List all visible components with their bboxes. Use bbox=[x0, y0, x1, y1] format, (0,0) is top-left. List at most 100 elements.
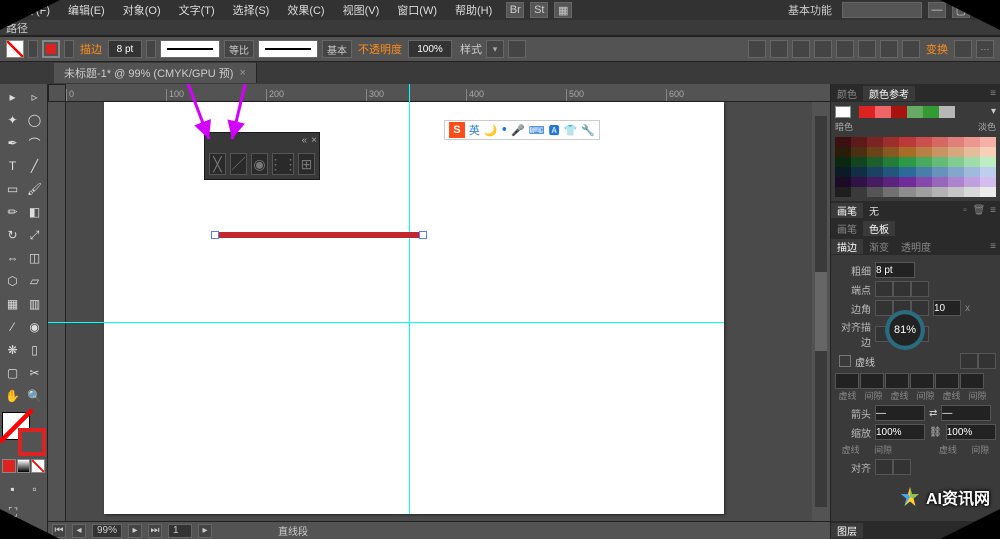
tab-layers[interactable]: 图层 bbox=[831, 523, 863, 538]
ime-face-icon[interactable]: ꔷ bbox=[502, 124, 507, 137]
tab-close-icon[interactable]: × bbox=[239, 67, 245, 79]
horizontal-guide[interactable] bbox=[48, 322, 724, 323]
cap-butt-icon[interactable] bbox=[875, 281, 893, 297]
symbol-sprayer-tool-icon[interactable]: ❋ bbox=[2, 339, 23, 361]
last-artboard-icon[interactable]: ⏭ bbox=[148, 524, 162, 538]
brush-preview[interactable] bbox=[258, 40, 318, 58]
style-dropdown-icon[interactable]: ▾ bbox=[486, 40, 504, 58]
swap-arrows-icon[interactable]: ⇄ bbox=[929, 408, 937, 419]
type-tool-icon[interactable]: T bbox=[2, 155, 23, 177]
panel-menu-icon[interactable]: ≡ bbox=[986, 241, 1000, 252]
menu-view[interactable]: 视图(V) bbox=[335, 0, 388, 20]
artboard[interactable]: « × ╳ ／ ◉ ⋮⋮ ⊞ bbox=[104, 102, 724, 514]
tab-brushes2[interactable]: 画笔 bbox=[831, 221, 863, 236]
brush-delete-icon[interactable]: 🗑 bbox=[972, 205, 986, 216]
rectangle-tool-icon[interactable]: ▭ bbox=[2, 178, 23, 200]
ime-a-icon[interactable]: 🅰 bbox=[549, 122, 560, 138]
direct-selection-tool-icon[interactable]: ▹ bbox=[24, 86, 45, 108]
menu-edit[interactable]: 编辑(E) bbox=[60, 0, 113, 20]
fill-swatch[interactable] bbox=[6, 40, 24, 58]
tab-swatches[interactable]: 色板 bbox=[863, 221, 895, 236]
prev-artboard-icon[interactable]: ◂ bbox=[72, 524, 86, 538]
brush-slot-5[interactable]: ⊞ bbox=[298, 153, 315, 175]
draw-normal-icon[interactable]: ▪ bbox=[2, 478, 23, 500]
panel-menu-icon[interactable]: ≡ bbox=[986, 88, 1000, 99]
artboard-nav-next-icon[interactable]: ▸ bbox=[198, 524, 212, 538]
ime-settings-icon[interactable]: 🔧 bbox=[581, 124, 595, 137]
tab-transparency[interactable]: 透明度 bbox=[895, 239, 937, 254]
brush-slot-none[interactable]: ╳ bbox=[209, 153, 226, 175]
stroke-weight-input[interactable]: 8 pt bbox=[108, 40, 142, 58]
dash-3-input[interactable] bbox=[935, 373, 959, 389]
blend-tool-icon[interactable]: ◉ bbox=[24, 316, 45, 338]
dash-preserve-icon[interactable] bbox=[960, 353, 978, 369]
eyedropper-tool-icon[interactable]: ⁄ bbox=[2, 316, 23, 338]
zoom-tool-icon[interactable]: 🔍 bbox=[24, 385, 45, 407]
tab-color-guide[interactable]: 颜色参考 bbox=[863, 86, 915, 101]
menu-effect[interactable]: 效果(C) bbox=[279, 0, 332, 20]
slice-tool-icon[interactable]: ✂ bbox=[24, 362, 45, 384]
ime-skin-icon[interactable]: 👕 bbox=[564, 124, 578, 137]
tab-color[interactable]: 颜色 bbox=[831, 86, 863, 101]
none-mode-icon[interactable] bbox=[31, 459, 45, 473]
link-scale-icon[interactable]: ⛓ bbox=[929, 427, 942, 438]
arrow-align-end-icon[interactable] bbox=[893, 459, 911, 475]
horizontal-ruler[interactable]: 0100200300400500600 bbox=[66, 84, 830, 102]
recolor-icon[interactable] bbox=[508, 40, 526, 58]
workspace-switcher[interactable]: 基本功能 bbox=[780, 0, 840, 20]
artboard-tool-icon[interactable]: ▢ bbox=[2, 362, 23, 384]
mesh-tool-icon[interactable]: ▦ bbox=[2, 293, 23, 315]
gradient-mode-icon[interactable] bbox=[17, 459, 31, 473]
free-transform-tool-icon[interactable]: ◫ bbox=[24, 247, 45, 269]
harmony-swatches[interactable]: ▾ bbox=[835, 106, 996, 118]
graph-tool-icon[interactable]: ▯ bbox=[24, 339, 45, 361]
line-segment-object[interactable] bbox=[214, 232, 424, 238]
align-left-icon[interactable] bbox=[748, 40, 766, 58]
fill-stroke-indicator[interactable] bbox=[2, 412, 46, 456]
shaper-tool-icon[interactable]: ✏ bbox=[2, 201, 23, 223]
distribute-v-icon[interactable] bbox=[902, 40, 920, 58]
arrow-start-select[interactable] bbox=[875, 405, 925, 421]
rotate-tool-icon[interactable]: ↻ bbox=[2, 224, 23, 246]
eraser-tool-icon[interactable]: ◧ bbox=[24, 201, 45, 223]
menu-object[interactable]: 对象(O) bbox=[115, 0, 169, 20]
vertical-scrollbar[interactable] bbox=[812, 102, 830, 521]
color-variations-grid[interactable] bbox=[835, 137, 996, 197]
cap-round-icon[interactable] bbox=[893, 281, 911, 297]
hand-tool-icon[interactable]: ✋ bbox=[2, 385, 23, 407]
gap-3-input[interactable] bbox=[960, 373, 984, 389]
ime-lang[interactable]: 英 bbox=[469, 122, 480, 138]
menu-help[interactable]: 帮助(H) bbox=[447, 0, 500, 20]
cap-square-icon[interactable] bbox=[911, 281, 929, 297]
dash-align-icon[interactable] bbox=[978, 353, 996, 369]
miter-limit-input[interactable] bbox=[933, 300, 961, 316]
stock-icon[interactable]: St bbox=[530, 2, 548, 18]
perspective-tool-icon[interactable]: ▱ bbox=[24, 270, 45, 292]
dash-1-input[interactable] bbox=[835, 373, 859, 389]
search-input[interactable] bbox=[842, 2, 922, 18]
next-artboard-icon[interactable]: ▸ bbox=[128, 524, 142, 538]
panel-close-icon[interactable]: × bbox=[311, 135, 317, 146]
menu-select[interactable]: 选择(S) bbox=[225, 0, 278, 20]
document-tab[interactable]: 未标题-1* @ 99% (CMYK/GPU 预) × bbox=[54, 63, 257, 83]
isolate-icon[interactable] bbox=[954, 40, 972, 58]
curvature-tool-icon[interactable]: ⌒ bbox=[24, 132, 45, 154]
tab-gradient[interactable]: 渐变 bbox=[863, 239, 895, 254]
opacity-input[interactable]: 100% bbox=[408, 40, 452, 58]
zoom-level[interactable]: 99% bbox=[92, 524, 122, 538]
lasso-tool-icon[interactable]: ◯ bbox=[24, 109, 45, 131]
stroke-swatch[interactable] bbox=[42, 40, 60, 58]
menu-text[interactable]: 文字(T) bbox=[171, 0, 223, 20]
line-tool-icon[interactable]: ╱ bbox=[24, 155, 45, 177]
distribute-h-icon[interactable] bbox=[880, 40, 898, 58]
weight-input[interactable] bbox=[875, 262, 915, 278]
tab-brush[interactable]: 画笔 bbox=[831, 203, 863, 218]
panel-menu-icon[interactable]: ≡ bbox=[986, 205, 1000, 216]
color-mode-buttons[interactable] bbox=[2, 459, 45, 473]
brush-flyout-panel[interactable]: « × ╳ ／ ◉ ⋮⋮ ⊞ bbox=[204, 132, 320, 180]
profile-preview[interactable] bbox=[160, 40, 220, 58]
width-tool-icon[interactable]: ⇔ bbox=[2, 247, 23, 269]
join-miter-icon[interactable] bbox=[875, 300, 893, 316]
color-mode-icon[interactable] bbox=[2, 459, 16, 473]
harmony-dropdown-icon[interactable]: ▾ bbox=[991, 106, 996, 118]
